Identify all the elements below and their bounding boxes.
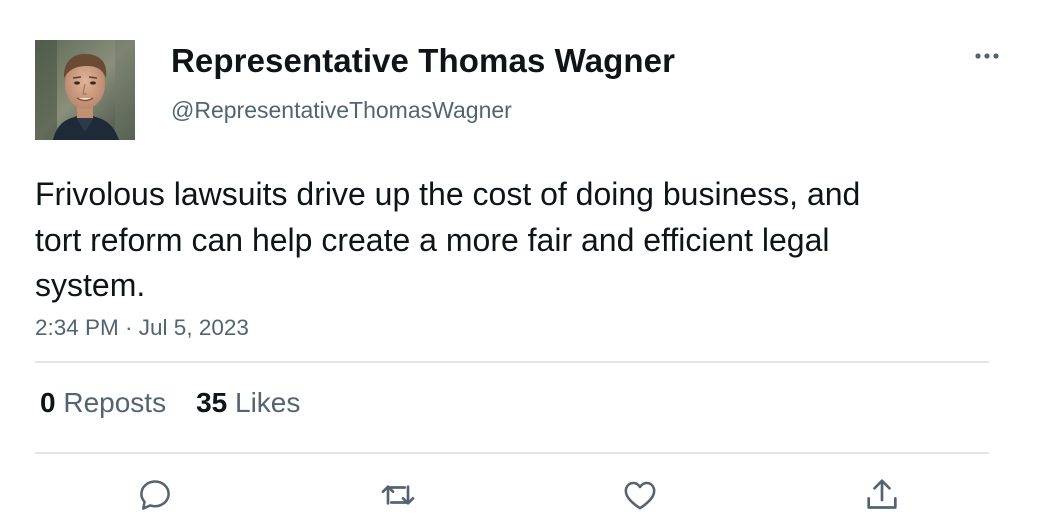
likes-count: 35: [196, 387, 228, 418]
tweet-card: Representative Thomas Wagner @Representa…: [0, 0, 1050, 525]
reposts-label: Reposts: [63, 387, 167, 418]
divider: [35, 361, 989, 363]
likes-label: Likes: [235, 387, 301, 418]
tweet-text: Frivolous lawsuits drive up the cost of …: [35, 176, 861, 303]
share-icon: [867, 479, 897, 509]
profile-photo-icon: [35, 40, 135, 140]
repost-button[interactable]: [377, 474, 419, 516]
display-name[interactable]: Representative Thomas Wagner: [171, 42, 675, 80]
more-options-button[interactable]: [968, 40, 1008, 72]
like-button[interactable]: [619, 474, 661, 516]
avatar[interactable]: [35, 40, 135, 140]
repost-icon: [381, 485, 415, 505]
reposts-count: 0: [40, 387, 56, 418]
user-handle[interactable]: @RepresentativeThomasWagner: [171, 97, 512, 124]
tweet-timestamp[interactable]: 2:34 PM · Jul 5, 2023: [35, 315, 249, 341]
likes-stat[interactable]: 35 Likes: [196, 387, 300, 419]
reposts-stat[interactable]: 0 Reposts: [40, 387, 166, 419]
reply-button[interactable]: [134, 474, 176, 516]
heart-icon: [624, 481, 656, 510]
share-button[interactable]: [861, 474, 903, 516]
more-horizontal-icon: [975, 53, 999, 59]
engagement-stats: 0 Reposts 35 Likes: [40, 387, 300, 419]
reply-icon: [140, 480, 170, 510]
divider: [35, 452, 989, 454]
